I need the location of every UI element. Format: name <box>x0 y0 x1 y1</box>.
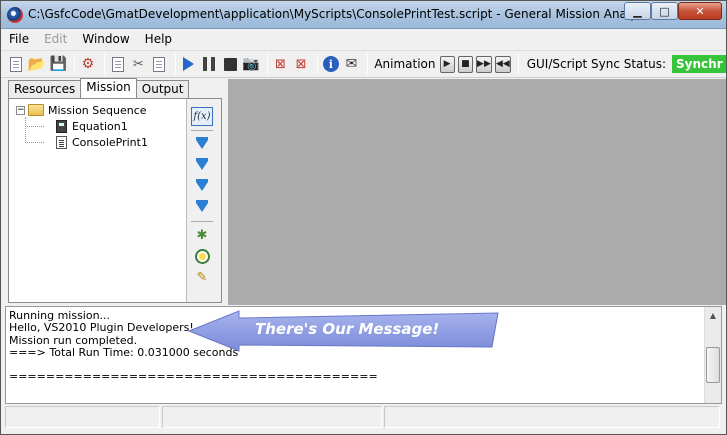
status-bar <box>5 406 724 428</box>
vertical-scrollbar[interactable]: ▲ <box>704 307 721 403</box>
tree-item-equation[interactable]: Equation1 <box>56 118 128 134</box>
animation-stop-icon[interactable]: ■ <box>457 55 474 73</box>
callout-text: There's Our Message! <box>255 320 440 338</box>
left-tabs: Resources Mission Output <box>8 78 190 98</box>
window-controls: ▁ □ ✕ <box>624 2 722 20</box>
toolbar-separator <box>174 54 176 74</box>
output-line: ======================================== <box>9 370 378 384</box>
minimize-button[interactable]: ▁ <box>624 2 651 20</box>
status-cell <box>384 406 720 428</box>
main-window: C:\GsfcCode\GmatDevelopment\application\… <box>0 0 727 435</box>
filter-icon[interactable] <box>191 135 213 154</box>
help-icon[interactable]: ✉ <box>343 54 361 74</box>
tree-line <box>25 117 26 143</box>
info-icon[interactable]: i <box>322 54 340 74</box>
toolbar: 📂 💾 ⚙ ✂ 📷 ⊠ ⊠ i ✉ Animation ▶ ■ ▶▶ ◀◀ GU… <box>1 50 727 78</box>
toolbar-separator <box>316 54 318 74</box>
collapse-icon[interactable]: − <box>16 105 25 115</box>
app-icon <box>7 7 23 23</box>
animation-play-icon[interactable]: ▶ <box>439 55 455 73</box>
scroll-up-icon[interactable]: ▲ <box>705 307 721 324</box>
title-bar[interactable]: C:\GsfcCode\GmatDevelopment\application\… <box>1 1 726 29</box>
status-cell <box>5 406 160 428</box>
toolbar-separator <box>367 54 369 74</box>
paste-icon[interactable] <box>150 54 168 74</box>
toolbar-separator <box>517 54 519 74</box>
screenshot-icon[interactable]: 📷 <box>242 54 260 74</box>
filter-icon[interactable] <box>191 177 213 196</box>
sync-status-label: GUI/Script Sync Status: <box>526 57 667 71</box>
tree-root[interactable]: − Mission Sequence <box>16 102 147 118</box>
close-button[interactable]: ✕ <box>678 2 722 20</box>
run-mission-icon[interactable] <box>180 54 198 74</box>
tool-separator <box>191 221 213 222</box>
menu-file[interactable]: File <box>1 31 36 49</box>
tree-item-label: ConsolePrint1 <box>72 135 148 149</box>
animation-slow-icon[interactable]: ◀◀ <box>494 55 511 73</box>
animation-label: Animation <box>374 57 436 71</box>
cut-icon[interactable]: ✂ <box>129 54 147 74</box>
toolbar-separator <box>266 54 268 74</box>
sync-status-badge: Synchr <box>672 55 727 73</box>
toolbar-separator <box>103 54 105 74</box>
menu-bar: File Edit Window Help <box>1 31 726 49</box>
tree-root-label: Mission Sequence <box>48 103 147 117</box>
satellite-icon[interactable] <box>191 247 213 266</box>
edit-tools-icon[interactable]: ✎ <box>191 268 213 287</box>
function-icon[interactable]: f(x) <box>191 107 213 126</box>
tool-separator <box>191 130 213 131</box>
mission-pane: − Mission Sequence Equation1 ConsolePrin… <box>8 98 222 303</box>
filter-icon[interactable] <box>191 156 213 175</box>
tab-resources[interactable]: Resources <box>8 80 82 98</box>
save-icon[interactable]: 💾 <box>49 54 67 74</box>
new-script-icon[interactable] <box>7 54 25 74</box>
tab-mission[interactable]: Mission <box>80 78 137 98</box>
tools-icon[interactable]: ✱ <box>191 226 213 245</box>
callout-arrow: There's Our Message! <box>187 309 501 353</box>
graphics-area[interactable] <box>228 79 726 305</box>
close-all-icon[interactable]: ⊠ <box>292 54 310 74</box>
run-script-icon[interactable]: ⚙ <box>79 54 97 74</box>
window-title: C:\GsfcCode\GmatDevelopment\application\… <box>28 7 681 21</box>
tab-output[interactable]: Output <box>135 80 190 98</box>
tree-line <box>25 142 44 143</box>
tree-item-label: Equation1 <box>72 119 128 133</box>
stop-icon[interactable] <box>221 54 239 74</box>
status-cell <box>162 406 382 428</box>
menu-help[interactable]: Help <box>137 31 179 49</box>
mission-tree[interactable]: − Mission Sequence Equation1 ConsolePrin… <box>9 99 187 302</box>
pause-icon[interactable] <box>201 54 219 74</box>
animation-fast-icon[interactable]: ▶▶ <box>476 55 492 73</box>
filter-icon[interactable] <box>191 198 213 217</box>
toolbar-separator <box>74 54 76 74</box>
maximize-button[interactable]: □ <box>651 2 678 20</box>
calculator-icon <box>56 119 67 133</box>
scroll-thumb[interactable] <box>706 347 720 383</box>
menu-edit[interactable]: Edit <box>36 31 74 49</box>
mission-side-toolbar: f(x) ✱ ✎ <box>191 107 215 289</box>
close-children-icon[interactable]: ⊠ <box>272 54 290 74</box>
copy-icon[interactable] <box>109 54 127 74</box>
folder-icon <box>28 104 44 116</box>
tree-line <box>25 126 44 127</box>
menu-window[interactable]: Window <box>74 31 136 49</box>
open-script-icon[interactable]: 📂 <box>28 54 47 74</box>
tree-item-consoleprint[interactable]: ConsolePrint1 <box>56 134 148 150</box>
document-icon <box>56 135 67 149</box>
